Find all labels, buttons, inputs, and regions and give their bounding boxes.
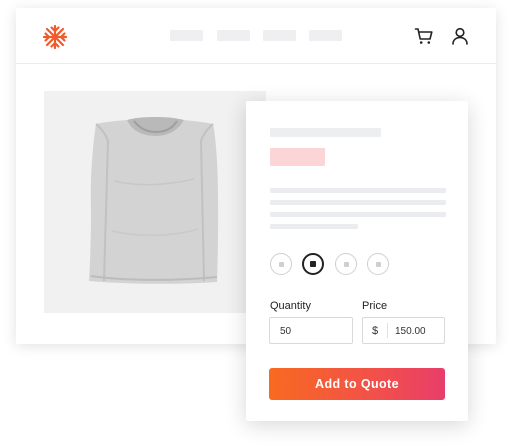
shopping-cart-icon[interactable] <box>414 26 434 46</box>
price-field-divider <box>387 323 388 338</box>
nav-item-placeholder[interactable] <box>170 30 203 41</box>
quantity-label: Quantity <box>270 300 311 312</box>
add-to-quote-button[interactable]: Add to Quote <box>269 368 445 400</box>
user-icon[interactable] <box>450 26 470 46</box>
price-input[interactable]: $ 150.00 <box>362 317 445 344</box>
nav-item-placeholder[interactable] <box>263 30 296 41</box>
option-swatch[interactable] <box>367 253 389 275</box>
option-swatch-selected[interactable] <box>302 253 324 275</box>
description-line-placeholder <box>270 224 358 229</box>
price-placeholder <box>270 148 325 166</box>
t-shirt-image <box>89 117 219 284</box>
store-header <box>16 8 496 64</box>
price-value: 150.00 <box>395 326 426 337</box>
quantity-value: 50 <box>280 326 292 337</box>
nav-item-placeholder[interactable] <box>217 30 250 41</box>
product-detail-card: Quantity Price 50 $ 150.00 Add to Quote <box>246 101 468 421</box>
product-image <box>44 91 266 313</box>
option-swatch[interactable] <box>335 253 357 275</box>
snowflake-logo-icon[interactable] <box>42 24 68 50</box>
nav-item-placeholder[interactable] <box>309 30 342 41</box>
description-line-placeholder <box>270 212 446 217</box>
currency-symbol: $ <box>372 325 379 337</box>
description-line-placeholder <box>270 188 446 193</box>
price-label: Price <box>362 300 388 312</box>
description-line-placeholder <box>270 200 446 205</box>
quantity-input[interactable]: 50 <box>269 317 353 344</box>
option-swatch[interactable] <box>270 253 292 275</box>
product-title-placeholder <box>270 128 381 137</box>
